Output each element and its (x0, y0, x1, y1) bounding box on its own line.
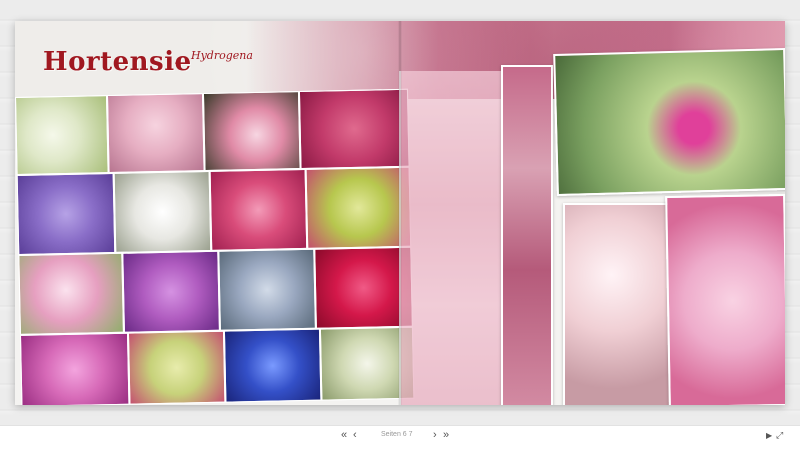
photo-tile[interactable] (209, 168, 308, 251)
title-separator: – (175, 55, 182, 69)
photo-tile[interactable] (16, 172, 116, 255)
photo-tile[interactable] (202, 91, 301, 172)
chevron-left-icon: ‹ (353, 429, 357, 441)
photo-pale-pink-close[interactable] (563, 203, 671, 405)
photo-tile[interactable] (18, 252, 124, 335)
photo-pink-cluster[interactable] (665, 193, 785, 405)
photo-book-spread: Hortensie – Hydrogena (15, 21, 785, 405)
photo-tile[interactable] (106, 93, 205, 174)
photo-tile[interactable] (223, 328, 322, 403)
photo-grid (15, 88, 415, 405)
play-icon: ▶ (766, 431, 773, 440)
photo-tile[interactable] (113, 170, 212, 253)
photo-green-pink-blossoms[interactable] (553, 47, 785, 197)
photo-tile[interactable] (298, 88, 410, 170)
next-page-button[interactable]: › (433, 429, 437, 441)
chevron-right-icon: › (433, 429, 437, 441)
viewer-toolbar (0, 425, 800, 451)
double-chevron-right-icon: » (443, 429, 450, 441)
photo-buds-vertical[interactable] (501, 65, 553, 405)
double-chevron-left-icon: « (341, 429, 348, 441)
photo-tile[interactable] (15, 95, 109, 175)
page-indicator: Seiten 6 7 (381, 431, 413, 438)
photo-tile[interactable] (19, 332, 130, 405)
expand-icon: ⤢ (776, 430, 784, 440)
photo-tile[interactable] (305, 166, 412, 249)
photo-tile[interactable] (218, 248, 316, 331)
fullscreen-button[interactable]: ⤢ (776, 430, 783, 441)
last-page-button[interactable]: » (443, 429, 449, 441)
previous-page-button[interactable]: ‹ (353, 429, 357, 441)
play-button[interactable]: ▶ (766, 431, 772, 440)
photo-tile[interactable] (122, 250, 220, 333)
page-subtitle: Hydrogena (191, 49, 253, 62)
first-page-button[interactable]: « (341, 429, 347, 441)
photo-tile[interactable] (127, 330, 226, 405)
book-spine (398, 21, 402, 405)
page-title: Hortensie (43, 47, 192, 77)
